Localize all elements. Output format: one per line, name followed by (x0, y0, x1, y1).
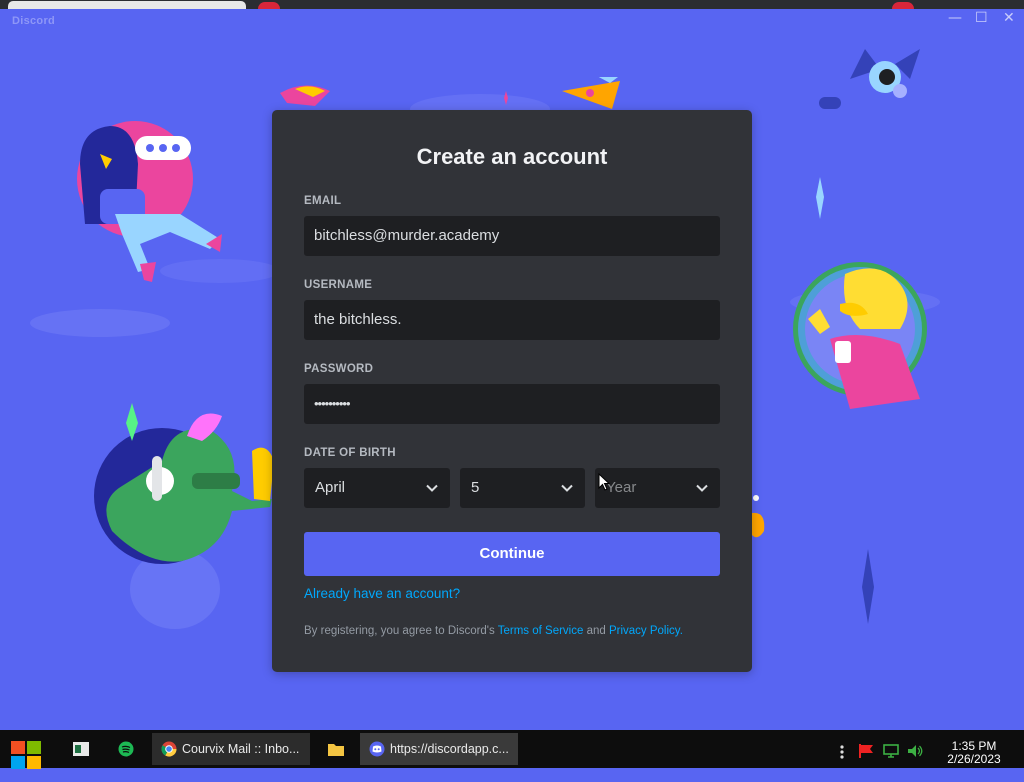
clock-date: 2/26/2023 (947, 752, 1001, 766)
chevron-down-icon (426, 484, 438, 492)
taskbar-task-label: Courvix Mail :: Inbo... (182, 742, 300, 756)
app-title: Discord (12, 15, 56, 27)
month-value: April (315, 479, 346, 496)
maximize-button[interactable]: ☐ (975, 10, 988, 26)
browser-tab-strip (0, 0, 1024, 9)
privacy-policy-link[interactable]: Privacy Policy (609, 625, 680, 637)
chevron-down-icon (561, 484, 573, 492)
volume-icon[interactable] (906, 743, 924, 781)
terms-of-service-link[interactable]: Terms of Service (498, 625, 584, 637)
chevron-down-icon (696, 484, 708, 492)
sparkle-icon (862, 549, 874, 624)
dinosaur-illustration (94, 403, 274, 564)
password-field[interactable]: •••••••••• (304, 384, 720, 424)
minimize-button[interactable]: — (948, 10, 962, 26)
register-modal: Create an account EMAIL bitchless@murder… (272, 110, 752, 672)
month-select[interactable]: April (304, 468, 450, 508)
email-field[interactable]: bitchless@murder.academy (304, 216, 720, 256)
login-link[interactable]: Already have an account? (304, 586, 460, 601)
year-select[interactable]: Year (595, 468, 720, 508)
email-label: EMAIL (304, 195, 342, 207)
chrome-icon (161, 741, 177, 757)
windows-start-icon[interactable] (10, 736, 42, 774)
taskbar-task-mail[interactable]: Courvix Mail :: Inbo... (152, 733, 310, 765)
flag-icon[interactable] (858, 743, 876, 781)
password-label: PASSWORD (304, 363, 374, 375)
close-button[interactable]: ✕ (1003, 10, 1015, 26)
discord-icon (369, 741, 385, 757)
creature-illustration (850, 49, 920, 98)
more-options-icon[interactable] (838, 744, 846, 782)
mouse-cursor-icon (598, 473, 611, 491)
terms-text: By registering, you agree to Discord's T… (304, 625, 683, 637)
username-field[interactable]: the bitchless. (304, 300, 720, 340)
continue-button[interactable]: Continue (304, 532, 720, 576)
browser-tab-indicator (892, 2, 914, 9)
pizza-illustration (562, 77, 620, 109)
browser-tab-indicator (258, 2, 280, 9)
bird-illustration (280, 85, 330, 106)
terms-prefix: By registering, you agree to Discord's (304, 625, 498, 637)
taskbar-task-label: https://discordapp.c... (390, 742, 509, 756)
terms-suffix: . (679, 625, 683, 637)
terms-and: and (583, 625, 609, 637)
character-illustration (77, 121, 222, 282)
browser-tab[interactable] (8, 1, 246, 9)
spreadsheet-app-icon[interactable] (72, 741, 90, 779)
taskbar: Courvix Mail :: Inbo... https://discorda… (0, 730, 1024, 769)
day-value: 5 (471, 479, 480, 496)
discord-window: Discord — ☐ ✕ Create an account EMAIL bi… (0, 9, 1024, 730)
sparkle-icon (504, 91, 508, 105)
controller-icon (819, 97, 841, 109)
sparkle-icon (816, 177, 824, 219)
spotify-icon[interactable] (118, 741, 134, 779)
clock[interactable]: 1:35 PM 2/26/2023 (934, 740, 1014, 766)
taskbar-task-discord[interactable]: https://discordapp.c... (360, 733, 518, 765)
day-select[interactable]: 5 (460, 468, 585, 508)
page-title: Create an account (416, 144, 608, 169)
dob-label: DATE OF BIRTH (304, 447, 396, 459)
character-illustration (793, 262, 927, 409)
folder-icon[interactable] (327, 741, 345, 779)
network-icon[interactable] (882, 743, 900, 781)
cloud-decoration (30, 309, 170, 337)
username-label: USERNAME (304, 279, 373, 291)
